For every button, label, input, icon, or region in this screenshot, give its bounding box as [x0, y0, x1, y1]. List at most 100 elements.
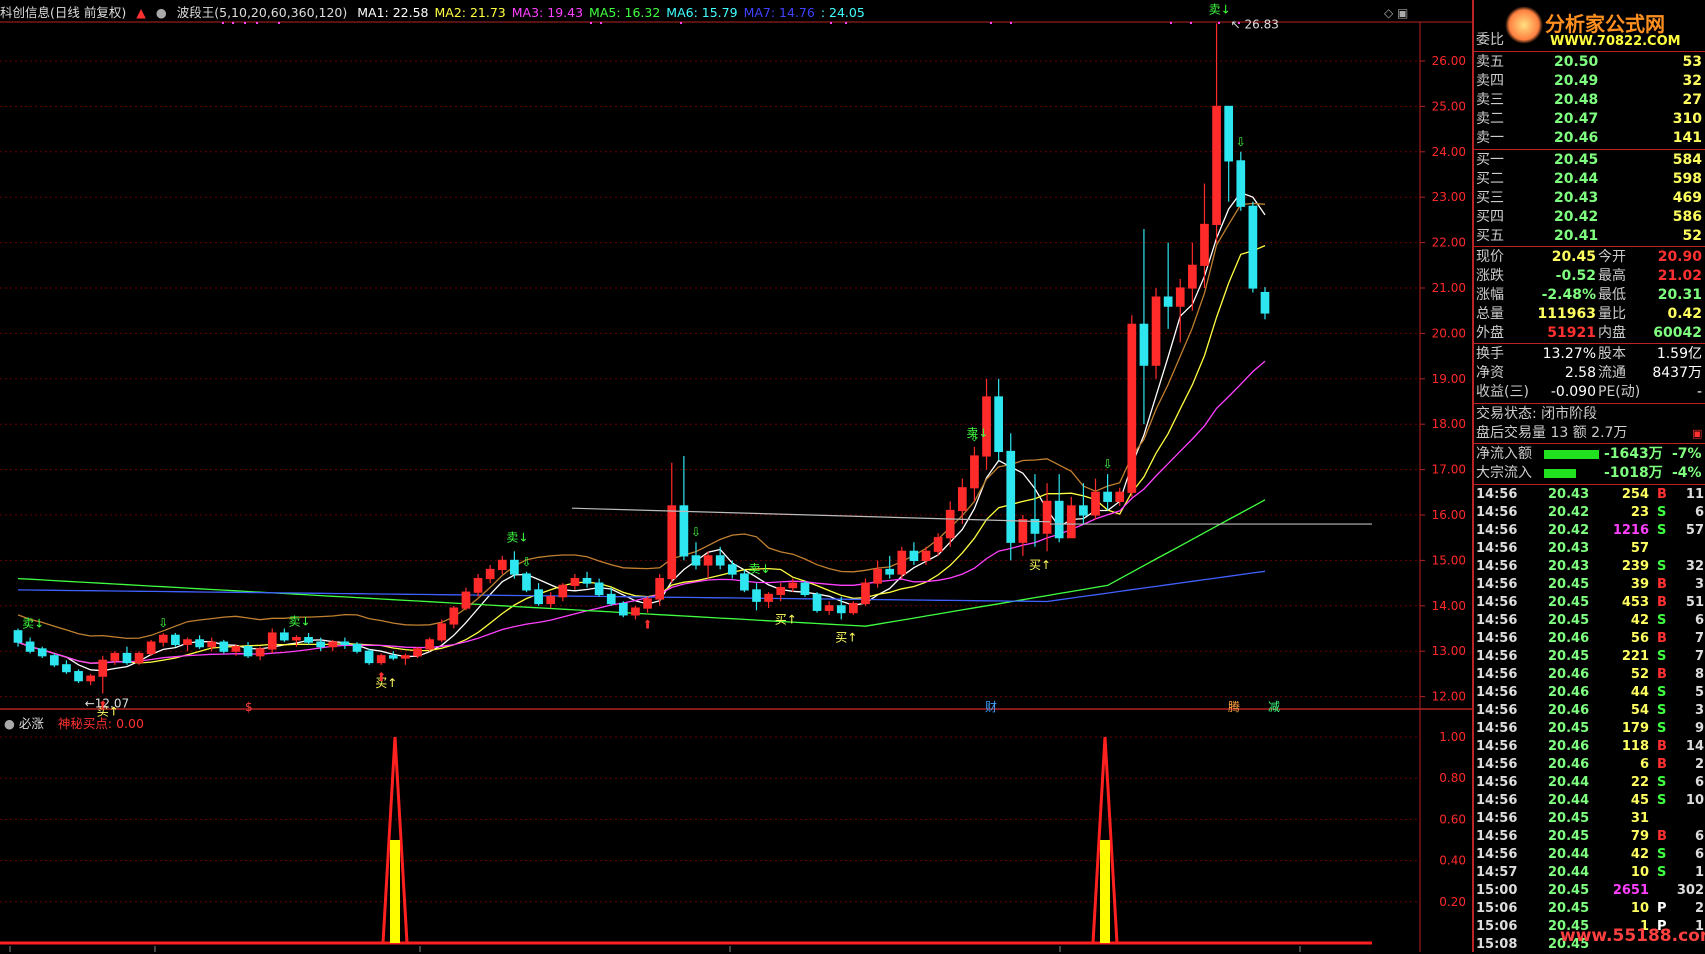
tick-row: 14:56 20.44 45 S 10	[1474, 792, 1705, 810]
tick-price: 20.44	[1548, 847, 1590, 862]
fund-value: -0.090	[1550, 384, 1596, 400]
price-axis-label: 18.00	[1432, 417, 1466, 431]
tick-time: 14:56	[1476, 487, 1518, 502]
tick-count: 6	[1694, 829, 1704, 844]
ma-label-5: MA7: 14.76	[743, 5, 815, 20]
candle-body	[727, 564, 737, 575]
price-axis-label: 23.00	[1432, 190, 1466, 204]
tick-count: 7	[1694, 631, 1704, 646]
candle-body-fill	[655, 578, 664, 599]
ma3-line	[17, 360, 1266, 664]
kline-canvas[interactable]: 26.00 25.00 24.00 23.00 22.00 21.00 20.00 19.00…	[0, 0, 1472, 952]
tick-time: 14:56	[1476, 721, 1518, 736]
tick-row: 14:56 20.45 453 B 51	[1474, 594, 1705, 612]
candle-body-fill	[898, 551, 906, 575]
tick-row: 14:56 20.42 23 S 6	[1474, 504, 1705, 522]
stat-row: 涨跌 -0.52 最高 21.02	[1474, 267, 1705, 286]
kline-chart-area[interactable]: 26.00 25.00 24.00 23.00 22.00 21.00 20.00 19.00…	[0, 0, 1472, 952]
candle-body	[74, 671, 83, 682]
candle-body-fill	[1067, 505, 1076, 538]
stat-value: 20.31	[1657, 287, 1702, 303]
candle-body	[994, 396, 1004, 453]
tick-direction: S	[1657, 721, 1667, 736]
tick-row: 15:00 20.45 2651 302	[1474, 882, 1705, 900]
tick-row: 14:56 20.44 22 S 6	[1474, 774, 1705, 792]
ask-price: 20.48	[1554, 92, 1599, 108]
tick-row: 14:56 20.46 6 B 2	[1474, 756, 1705, 774]
tick-volume: 56	[1630, 631, 1649, 646]
flow-bar	[1544, 450, 1599, 459]
candle-body-fill	[1176, 288, 1185, 307]
ma-label-2: MA3: 19.43	[511, 5, 584, 20]
candle-body-fill	[256, 648, 264, 656]
ma-label-1: MA2: 21.73	[434, 5, 506, 20]
candle-body-fill	[861, 583, 870, 604]
candle-body-fill	[207, 642, 216, 647]
tick-direction: P	[1657, 901, 1667, 916]
window-controls[interactable]: ◇ ▣	[1384, 6, 1408, 20]
tick-count: 7	[1694, 649, 1704, 664]
candle-body	[340, 641, 350, 645]
panel-separator	[1474, 443, 1705, 444]
price-axis-label: 15.00	[1432, 553, 1466, 567]
candle-body	[1006, 450, 1016, 543]
candle-body	[62, 664, 71, 673]
tick-volume: 23	[1630, 505, 1649, 520]
fundamental-row: 净资 2.58 流通 8437万	[1474, 364, 1705, 383]
down-arrow-icon: ⇩	[521, 555, 531, 569]
tick-price: 20.43	[1548, 541, 1590, 556]
sell-signal-label: 卖↓	[1209, 2, 1231, 16]
signal-bar	[1100, 840, 1110, 943]
flow-label: 大宗流入	[1476, 465, 1532, 481]
candle-body	[13, 630, 23, 643]
stat-label: 内盘	[1598, 325, 1626, 341]
candle-body	[836, 605, 846, 614]
tick-count: 51	[1685, 595, 1704, 610]
bid-label: 买一	[1476, 152, 1504, 168]
tick-volume: 254	[1621, 487, 1649, 502]
bid-label: 买三	[1476, 190, 1504, 206]
tick-direction: S	[1657, 775, 1667, 790]
stat-value: 60042	[1653, 325, 1702, 341]
candle-body-fill	[329, 642, 337, 647]
buy-signal-label: 买↑	[775, 612, 797, 626]
tick-volume: 39	[1630, 577, 1649, 592]
tick-time: 15:06	[1476, 901, 1518, 916]
stat-label: 总量	[1476, 306, 1504, 322]
candle-body	[219, 641, 229, 652]
collapse-icon[interactable]: ●	[156, 5, 167, 20]
candle-body	[715, 555, 725, 566]
tick-volume: 54	[1630, 703, 1649, 718]
settings-icon: ▣	[1692, 427, 1703, 440]
sub-axis-label: 1.00	[1439, 730, 1466, 744]
candle-body-fill	[474, 578, 482, 593]
tick-row: 14:56 20.46 54 S 3	[1474, 702, 1705, 720]
candle-body	[679, 505, 689, 557]
buy-signal-label: 买↑	[1029, 558, 1051, 572]
candle-body-fill	[111, 653, 119, 661]
tick-volume: 44	[1630, 685, 1649, 700]
stat-label: 量比	[1598, 306, 1626, 322]
candle-body	[122, 652, 132, 664]
candle-body	[606, 593, 616, 605]
ask-label: 卖五	[1476, 54, 1504, 70]
down-arrow-icon: ⇩	[1236, 135, 1246, 149]
watermark-bottom-url: www.55188.com	[1560, 926, 1705, 946]
candle-body	[49, 655, 59, 666]
candle-body-fill	[1128, 324, 1136, 493]
event-mark: 减	[1268, 700, 1280, 714]
candle-body-fill	[1091, 492, 1100, 515]
stat-value: 0.42	[1667, 306, 1702, 322]
tick-volume: 2651	[1612, 883, 1649, 898]
ask-volume: 27	[1682, 92, 1702, 108]
ask-label: 卖三	[1476, 92, 1504, 108]
tick-volume: 79	[1630, 829, 1649, 844]
collapse-icon[interactable]: ●	[4, 716, 15, 731]
bid-row: 买四 20.42 586	[1474, 208, 1705, 227]
candle-body	[534, 589, 543, 605]
candle-body-fill	[922, 551, 930, 561]
stat-label: 最高	[1598, 268, 1626, 284]
fund-flow-row: 大宗流入 -1018万 -4%	[1474, 464, 1705, 483]
candle-body	[618, 602, 628, 616]
tick-price: 20.45	[1548, 577, 1590, 592]
